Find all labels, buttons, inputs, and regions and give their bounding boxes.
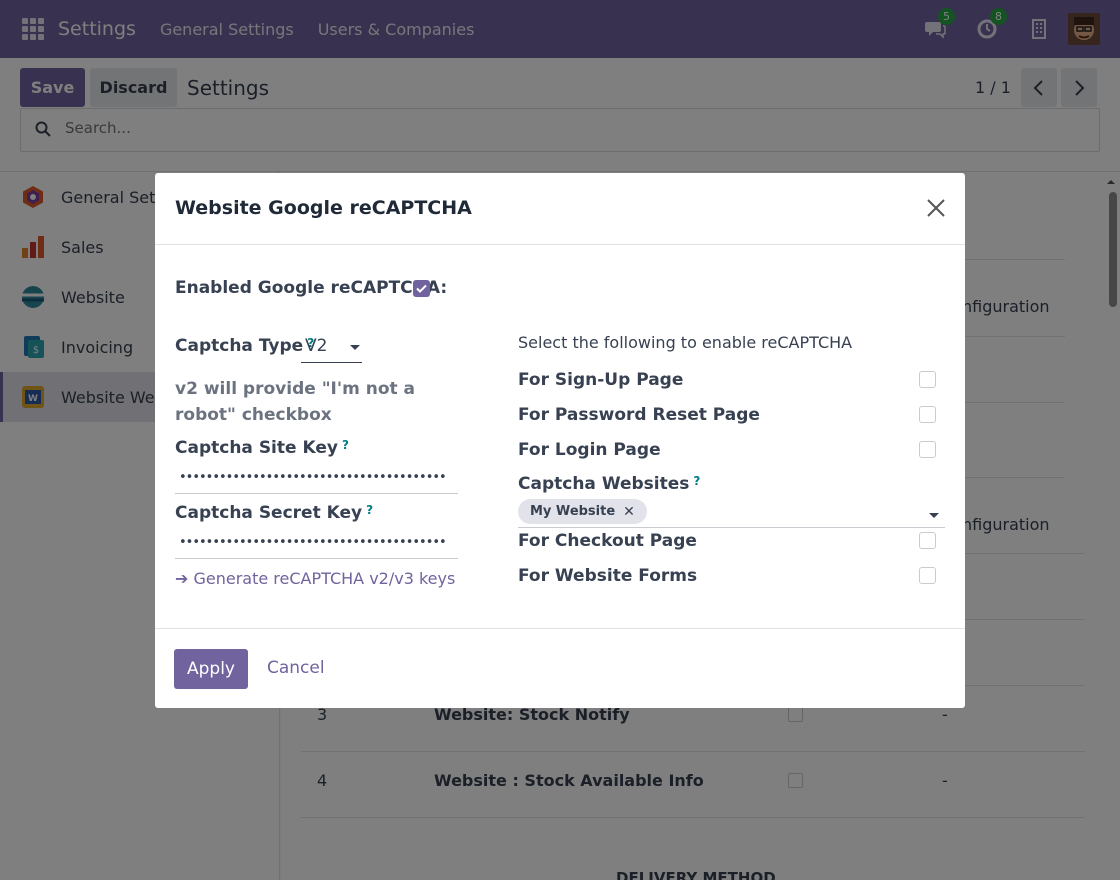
secret-key-field[interactable]: •••••••••••••••••••••••••••••••••••••••• (175, 529, 458, 559)
enabled-recaptcha-checkbox[interactable] (413, 280, 430, 297)
caret-down-icon (350, 345, 360, 350)
website-tag: My Website ✕ (518, 499, 647, 524)
website-tag-label: My Website (530, 504, 616, 519)
login-page-label: For Login Page (518, 440, 661, 460)
dialog-header: Website Google reCAPTCHA (155, 173, 965, 245)
captcha-websites-label-text: Captcha Websites (518, 474, 690, 494)
login-page-checkbox[interactable] (919, 441, 936, 458)
secret-key-label: Captcha Secret Key? (175, 503, 373, 523)
captcha-websites-field[interactable]: My Website ✕ (518, 497, 945, 528)
generate-keys-link[interactable]: ➔ Generate reCAPTCHA v2/v3 keys (175, 569, 455, 588)
checkout-page-label: For Checkout Page (518, 531, 697, 551)
cancel-button[interactable]: Cancel (267, 658, 325, 678)
enable-section-title: Select the following to enable reCAPTCHA (518, 333, 853, 352)
help-icon[interactable]: ? (693, 474, 700, 488)
remove-tag-icon[interactable]: ✕ (623, 504, 635, 520)
help-icon[interactable]: ? (366, 503, 373, 517)
website-forms-checkbox[interactable] (919, 567, 936, 584)
password-reset-checkbox[interactable] (919, 406, 936, 423)
dialog-footer: Apply Cancel (155, 628, 965, 708)
recaptcha-dialog: Website Google reCAPTCHA Enabled Google … (155, 173, 965, 708)
checkmark-icon (416, 284, 427, 293)
close-icon[interactable] (925, 197, 947, 219)
apply-button[interactable]: Apply (174, 649, 248, 689)
site-key-label-text: Captcha Site Key (175, 438, 338, 458)
caret-down-icon[interactable] (929, 513, 939, 518)
captcha-type-label-text: Captcha Type (175, 336, 304, 356)
password-reset-label: For Password Reset Page (518, 405, 760, 425)
site-key-field[interactable]: •••••••••••••••••••••••••••••••••••••••• (175, 464, 458, 494)
enabled-recaptcha-label: Enabled Google reCAPTCHA: (175, 278, 448, 298)
checkout-page-checkbox[interactable] (919, 532, 936, 549)
captcha-type-description: v2 will provide "I'm not a robot" checkb… (175, 379, 416, 425)
signup-page-checkbox[interactable] (919, 371, 936, 388)
captcha-websites-label: Captcha Websites? (518, 474, 700, 494)
signup-page-label: For Sign-Up Page (518, 370, 684, 390)
secret-key-label-text: Captcha Secret Key (175, 503, 363, 523)
captcha-type-value: V2 (305, 336, 328, 356)
captcha-type-label: Captcha Type? (175, 336, 314, 356)
site-key-label: Captcha Site Key? (175, 438, 349, 458)
website-forms-label: For Website Forms (518, 566, 698, 586)
help-icon[interactable]: ? (342, 438, 349, 452)
captcha-type-select[interactable]: V2 (301, 332, 362, 363)
dialog-title: Website Google reCAPTCHA (175, 197, 472, 219)
